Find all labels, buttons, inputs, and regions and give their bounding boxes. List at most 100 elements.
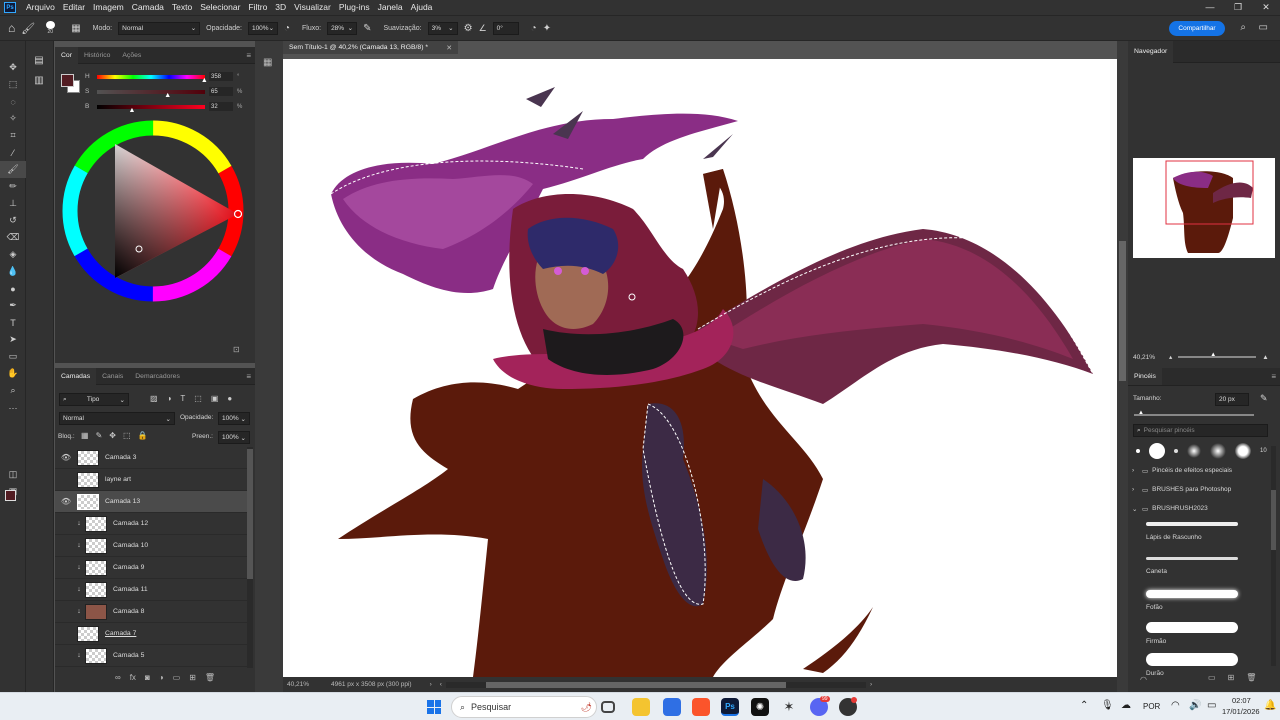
layer-opacity-field[interactable]: 100% ⌄ — [218, 412, 250, 425]
menu-imagem[interactable]: Imagem — [89, 0, 128, 15]
properties-panel-icon[interactable]: ▥ — [26, 75, 52, 86]
eraser-tool-icon[interactable]: ⌫ — [0, 229, 26, 246]
angle-field[interactable]: 0° — [492, 21, 519, 35]
menu-filtro[interactable]: Filtro — [244, 0, 271, 15]
rectangle-tool-icon[interactable]: ▭ — [0, 348, 26, 365]
brush-item[interactable]: Caneta — [1132, 557, 1272, 588]
layer-row[interactable]: layne art — [55, 469, 247, 491]
quick-mask-icon[interactable]: ◫ — [0, 466, 26, 483]
horizontal-scrollbar-thumb[interactable] — [485, 681, 786, 688]
saturation-slider-thumb[interactable]: ▲ — [164, 92, 171, 99]
battery-icon[interactable]: ▭ — [1207, 700, 1216, 711]
brush-tool-icon[interactable]: 🖌 — [0, 161, 26, 178]
hue-slider[interactable]: H 358 ° — [85, 72, 239, 81]
menu-janela[interactable]: Janela — [374, 0, 407, 15]
layers-scrollbar[interactable] — [247, 447, 253, 668]
airbrush-icon[interactable]: ✎ — [363, 21, 371, 35]
smoothing-field[interactable]: 3% ⌄ — [427, 21, 458, 35]
eyedropper-tool-icon[interactable]: ⁄ — [0, 144, 26, 161]
zoom-tool-icon[interactable]: ⌕ — [0, 382, 26, 399]
trash-icon[interactable]: 🗑 — [205, 673, 215, 682]
close-tab-icon[interactable]: ✕ — [446, 44, 452, 52]
lasso-tool-icon[interactable]: ◌ — [0, 93, 26, 110]
brush-size-slider[interactable]: ▲ — [1134, 410, 1254, 416]
layer-row[interactable]: ↓ Camada 10 — [55, 535, 247, 557]
pencil-tool-icon[interactable]: ✏ — [0, 178, 26, 195]
brave-browser-icon[interactable] — [692, 698, 710, 716]
menu-plugins[interactable]: Plug-ins — [335, 0, 374, 15]
tab-demarcadores[interactable]: Demarcadores — [129, 368, 186, 385]
paint-bucket-tool-icon[interactable]: ◈ — [0, 246, 26, 263]
menu-editar[interactable]: Editar — [59, 0, 89, 15]
hue-value[interactable]: 358 — [209, 72, 233, 81]
type-tool-icon[interactable]: T — [0, 314, 26, 331]
brush-size-picker[interactable]: 20 — [41, 21, 59, 35]
brush-preset-large-round[interactable] — [1149, 443, 1165, 459]
layer-row[interactable]: ↓ Camada 12 — [55, 513, 247, 535]
saturation-track[interactable] — [97, 89, 205, 94]
tab-historico[interactable]: Histórico — [78, 47, 116, 64]
zoom-out-icon[interactable]: ▴ — [1169, 353, 1172, 361]
brush-size-field[interactable]: 20 px — [1215, 393, 1249, 406]
brightness-track[interactable] — [97, 104, 205, 109]
brush-item[interactable]: Lápis de Rascunho — [1132, 522, 1272, 553]
menu-ajuda[interactable]: Ajuda — [407, 0, 437, 15]
opacity-field[interactable]: 100% ⌄ — [247, 21, 278, 35]
horizontal-scrollbar[interactable] — [445, 681, 866, 688]
pressure-opacity-icon[interactable]: ◔ — [284, 21, 290, 35]
microphone-icon[interactable]: 🎙 — [1101, 700, 1114, 711]
clock-time[interactable]: 02:07 — [1232, 696, 1251, 705]
layer-mask-icon[interactable]: ◙ — [145, 673, 150, 682]
new-layer-icon[interactable]: ⊞ — [189, 673, 196, 682]
adjustment-layer-icon[interactable]: ◑ — [159, 673, 164, 682]
taskbar-search[interactable]: ⌕ Pesquisar 🌶 — [451, 696, 597, 718]
brush-preset-soft[interactable] — [1187, 444, 1201, 458]
gear-icon[interactable]: ⚙ — [464, 21, 473, 35]
visibility-eye-icon[interactable]: 👁 — [59, 497, 73, 506]
pixel-filter-icon[interactable]: ▨ — [150, 394, 158, 403]
brushes-title[interactable]: Pincéis — [1128, 368, 1162, 385]
lock-pixels-icon[interactable]: ✎ — [96, 431, 103, 440]
brightness-slider-thumb[interactable]: ▲ — [129, 107, 136, 114]
clock-date[interactable]: 17/01/2026 — [1222, 707, 1260, 716]
layer-row[interactable]: ↓ Camada 5 — [55, 645, 247, 667]
crop-tool-icon[interactable]: ⌗ — [0, 127, 26, 144]
panel-menu-icon[interactable]: ≡ — [1271, 372, 1276, 381]
accessibility-app-icon[interactable]: ✶ — [780, 698, 798, 716]
new-brush-icon[interactable]: ✎ — [1260, 393, 1268, 404]
wifi-icon[interactable]: ◠ — [1171, 700, 1180, 711]
color-wheel[interactable] — [62, 120, 244, 302]
layer-row-selected[interactable]: 👁 Camada 13 — [55, 491, 247, 513]
menu-3d[interactable]: 3D — [271, 0, 290, 15]
menu-selecionar[interactable]: Selecionar — [196, 0, 244, 15]
history-brush-tool-icon[interactable]: ↺ — [0, 212, 26, 229]
vertical-scrollbar-thumb[interactable] — [1119, 241, 1126, 381]
language-indicator[interactable]: POR — [1143, 702, 1160, 711]
dodge-tool-icon[interactable]: ● — [0, 280, 26, 297]
status-chevron-icon[interactable]: › — [430, 681, 432, 688]
brightness-slider[interactable]: B 32 % — [85, 102, 242, 111]
menu-visualizar[interactable]: Visualizar — [290, 0, 335, 15]
tab-cor[interactable]: Cor — [55, 46, 78, 64]
new-group-icon[interactable]: ▭ — [173, 673, 181, 682]
document-tab[interactable]: Sem Título-1 @ 40,2% (Camada 13, RGB/8) … — [283, 41, 458, 56]
flow-field[interactable]: 28% ⌄ — [327, 21, 358, 35]
brush-settings-icon[interactable]: ▦ — [71, 21, 80, 35]
close-icon[interactable]: ✕ — [1252, 0, 1280, 15]
hue-slider-thumb[interactable]: ▲ — [201, 77, 208, 84]
menu-texto[interactable]: Texto — [168, 0, 196, 15]
document-canvas[interactable] — [283, 59, 1117, 677]
layer-style-icon[interactable]: fx — [130, 673, 136, 682]
navigator-title[interactable]: Navegador — [1128, 40, 1174, 63]
share-button[interactable]: Compartilhar — [1169, 21, 1225, 36]
mode-select[interactable]: Normal ⌄ — [118, 21, 201, 35]
zoom-level[interactable]: 40,21% — [287, 681, 325, 688]
expand-icon[interactable]: ⊡ — [233, 345, 240, 354]
brush-folder[interactable]: › ▭ BRUSHES para Photoshop — [1132, 480, 1272, 499]
tab-canais[interactable]: Canais — [96, 368, 129, 385]
navigator-thumbnail[interactable] — [1133, 158, 1275, 258]
learn-panel-icon[interactable]: ▤ — [26, 55, 52, 66]
maximize-icon[interactable]: ❐ — [1224, 0, 1252, 15]
panel-menu-icon[interactable]: ≡ — [246, 51, 251, 60]
layer-row[interactable]: ↓ Camada 9 — [55, 557, 247, 579]
